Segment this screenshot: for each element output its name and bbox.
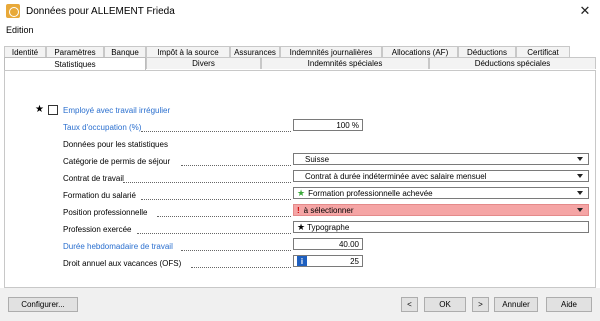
tab-indemnites-speciales[interactable]: Indemnités spéciales — [261, 57, 429, 69]
occupation-field[interactable]: 100 % — [293, 119, 363, 131]
cancel-button[interactable]: Annuler — [494, 297, 538, 312]
menu-edition[interactable]: Edition — [6, 25, 34, 35]
next-button[interactable]: > — [472, 297, 489, 312]
configure-button[interactable]: Configurer... — [8, 297, 78, 312]
close-icon[interactable]: ✕ — [570, 0, 600, 22]
profession-field[interactable]: ★ Typographe — [293, 221, 589, 233]
warning-icon: ! — [297, 205, 300, 215]
position-value: à sélectionner — [303, 205, 354, 215]
irregular-work-label: Employé avec travail irrégulier — [63, 106, 171, 115]
window-title: Données pour ALLEMENT Frieda — [26, 5, 175, 17]
app-icon — [6, 4, 20, 18]
button-bar: Configurer... < OK > Annuler Aide — [0, 288, 600, 321]
education-dropdown[interactable]: ★ Formation professionnelle achevée — [293, 187, 589, 199]
weekly-hours-label: Durée hebdomadaire de travail — [63, 242, 173, 251]
contract-dropdown[interactable]: Contrat à durée indéterminée avec salair… — [293, 170, 589, 182]
position-dropdown[interactable]: ! à sélectionner — [293, 204, 589, 216]
occupation-label: Taux d'occupation (%) — [63, 123, 142, 132]
weekly-hours-field[interactable]: 40.00 — [293, 238, 363, 250]
title-bar: Données pour ALLEMENT Frieda ✕ — [0, 0, 600, 22]
star-icon: ★ — [35, 104, 44, 115]
star-icon: ★ — [297, 187, 306, 198]
permit-value: Suisse — [305, 154, 330, 164]
statistics-panel: ★ Employé avec travail irrégulier Taux d… — [4, 70, 596, 288]
irregular-work-checkbox[interactable] — [48, 105, 58, 115]
position-label: Position professionnelle — [63, 208, 148, 217]
help-button[interactable]: Aide — [546, 297, 592, 312]
tab-row-2: Statistiques Divers Indemnités spéciales… — [4, 57, 596, 70]
leader-dots — [141, 199, 291, 200]
leader-dots — [123, 182, 291, 183]
leader-dots — [181, 165, 291, 166]
leader-dots — [141, 131, 291, 132]
chevron-down-icon — [577, 174, 583, 178]
profession-label: Profession exercée — [63, 225, 132, 234]
leader-dots — [137, 233, 291, 234]
tab-strip: Identité Paramètres Banque Impôt à la so… — [4, 42, 596, 70]
education-value: Formation professionnelle achevée — [308, 188, 433, 198]
vacation-value: 25 — [350, 256, 359, 266]
info-icon[interactable]: i — [297, 256, 307, 266]
permit-label: Catégorie de permis de séjour — [63, 157, 171, 166]
chevron-down-icon — [577, 208, 583, 212]
tab-statistiques[interactable]: Statistiques — [4, 57, 146, 70]
star-icon: ★ — [297, 221, 306, 232]
tab-divers[interactable]: Divers — [146, 57, 261, 69]
chevron-down-icon — [577, 191, 583, 195]
leader-dots — [191, 267, 291, 268]
education-label: Formation du salarié — [63, 191, 136, 200]
vacation-label: Droit annuel aux vacances (OFS) — [63, 259, 182, 268]
leader-dots — [157, 216, 291, 217]
section-heading: Données pour les statistiques — [63, 140, 168, 149]
contract-label: Contrat de travail — [63, 174, 124, 183]
permit-dropdown[interactable]: Suisse — [293, 153, 589, 165]
tab-deductions-speciales[interactable]: Déductions spéciales — [429, 57, 596, 69]
ok-button[interactable]: OK — [424, 297, 466, 312]
leader-dots — [181, 250, 291, 251]
chevron-down-icon — [577, 157, 583, 161]
prev-button[interactable]: < — [401, 297, 418, 312]
profession-value: Typographe — [307, 222, 350, 232]
menu-bar: Edition — [0, 22, 600, 37]
vacation-field[interactable]: i 25 — [293, 255, 363, 267]
contract-value: Contrat à durée indéterminée avec salair… — [305, 171, 487, 181]
